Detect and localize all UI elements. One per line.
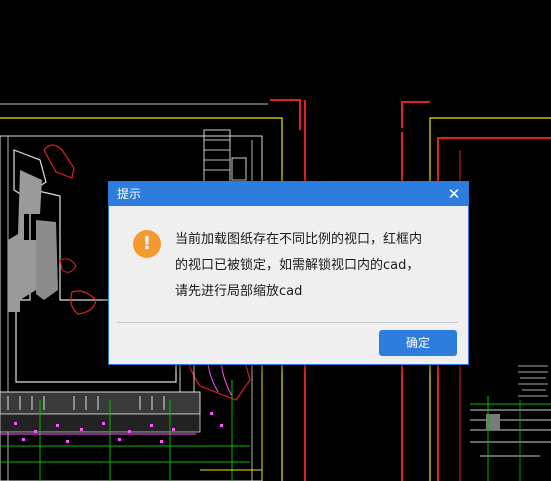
- lock-notice-dialog: 提示 ✕ ! 当前加载图纸存在不同比例的视口，红框内 的视口已被锁定，如需解锁视…: [108, 181, 469, 365]
- stair-block: [203, 129, 231, 183]
- dialog-title: 提示: [117, 187, 142, 201]
- exclamation-mark: !: [142, 233, 152, 254]
- message-line: 当前加载图纸存在不同比例的视口，红框内: [175, 232, 423, 247]
- cad-viewer: 提示 ✕ ! 当前加载图纸存在不同比例的视口，红框内 的视口已被锁定，如需解锁视…: [0, 0, 551, 481]
- close-icon[interactable]: ✕: [446, 186, 462, 202]
- confirm-button[interactable]: 确定: [379, 330, 457, 356]
- divider: [117, 322, 458, 323]
- warning-icon: !: [133, 230, 161, 258]
- dialog-titlebar: 提示 ✕: [109, 182, 468, 206]
- road-band: [0, 360, 263, 481]
- right-sheet-red-corner: [401, 101, 430, 128]
- message-line: 的视口已被锁定，如需解锁视口内的cad，: [175, 258, 420, 273]
- left-sheet-red-corner: [270, 99, 301, 130]
- message-line: 请先进行局部缩放cad: [175, 284, 303, 299]
